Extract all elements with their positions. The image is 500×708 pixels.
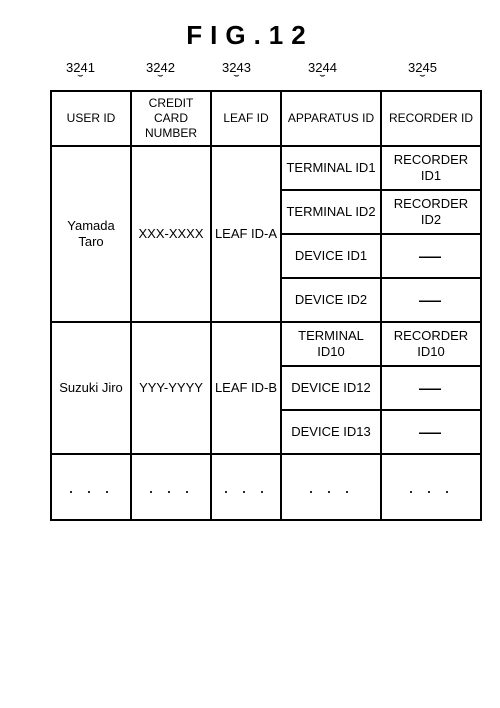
col-ref-3245: 3245 ⌣ (408, 60, 437, 78)
cell-recorder-id: RECORDER ID2 (381, 190, 481, 234)
cell-apparatus-id: DEVICE ID12 (281, 366, 381, 410)
col-ref-3242: 3242 ⌣ (146, 60, 175, 78)
table-row-ellipsis: . . . . . . . . . . . . . . . (51, 454, 481, 520)
header-recorder-id: RECORDER ID (381, 91, 481, 146)
cell-recorder-id: — (381, 278, 481, 322)
ellipsis-cell: . . . (51, 454, 131, 520)
cell-recorder-id: RECORDER ID10 (381, 322, 481, 366)
cell-credit-card: YYY-YYYY (131, 322, 211, 454)
ellipsis-cell: . . . (131, 454, 211, 520)
cell-recorder-id: — (381, 410, 481, 454)
table-row: Yamada Taro XXX-XXXX LEAF ID-A TERMINAL … (51, 146, 481, 190)
header-apparatus-id: APPARATUS ID (281, 91, 381, 146)
table-row: Suzuki Jiro YYY-YYYY LEAF ID-B TERMINAL … (51, 322, 481, 366)
data-table: USER ID CREDIT CARD NUMBER LEAF ID APPAR… (50, 90, 482, 521)
cell-leaf-id: LEAF ID-A (211, 146, 281, 322)
page: FIG.12 3241 ⌣ 3242 ⌣ 3243 ⌣ 3244 ⌣ 3245 … (0, 0, 500, 708)
cell-apparatus-id: DEVICE ID1 (281, 234, 381, 278)
cell-leaf-id: LEAF ID-B (211, 322, 281, 454)
cell-recorder-id: — (381, 234, 481, 278)
ellipsis-cell: . . . (211, 454, 281, 520)
cell-apparatus-id: DEVICE ID13 (281, 410, 381, 454)
cell-user-id: Suzuki Jiro (51, 322, 131, 454)
header-user-id: USER ID (51, 91, 131, 146)
cell-credit-card: XXX-XXXX (131, 146, 211, 322)
figure-title: FIG.12 (0, 20, 500, 51)
cell-apparatus-id: TERMINAL ID1 (281, 146, 381, 190)
cell-recorder-id: RECORDER ID1 (381, 146, 481, 190)
data-table-wrap: USER ID CREDIT CARD NUMBER LEAF ID APPAR… (50, 90, 480, 521)
col-ref-3243: 3243 ⌣ (222, 60, 251, 78)
ellipsis-cell: . . . (281, 454, 381, 520)
cell-apparatus-id: TERMINAL ID2 (281, 190, 381, 234)
cell-user-id: Yamada Taro (51, 146, 131, 322)
table-header-row: USER ID CREDIT CARD NUMBER LEAF ID APPAR… (51, 91, 481, 146)
column-ref-labels: 3241 ⌣ 3242 ⌣ 3243 ⌣ 3244 ⌣ 3245 ⌣ (50, 60, 480, 90)
cell-apparatus-id: TERMINAL ID10 (281, 322, 381, 366)
cell-apparatus-id: DEVICE ID2 (281, 278, 381, 322)
ellipsis-cell: . . . (381, 454, 481, 520)
col-ref-3244: 3244 ⌣ (308, 60, 337, 78)
cell-recorder-id: — (381, 366, 481, 410)
col-ref-3241: 3241 ⌣ (66, 60, 95, 78)
header-leaf-id: LEAF ID (211, 91, 281, 146)
header-credit-card: CREDIT CARD NUMBER (131, 91, 211, 146)
